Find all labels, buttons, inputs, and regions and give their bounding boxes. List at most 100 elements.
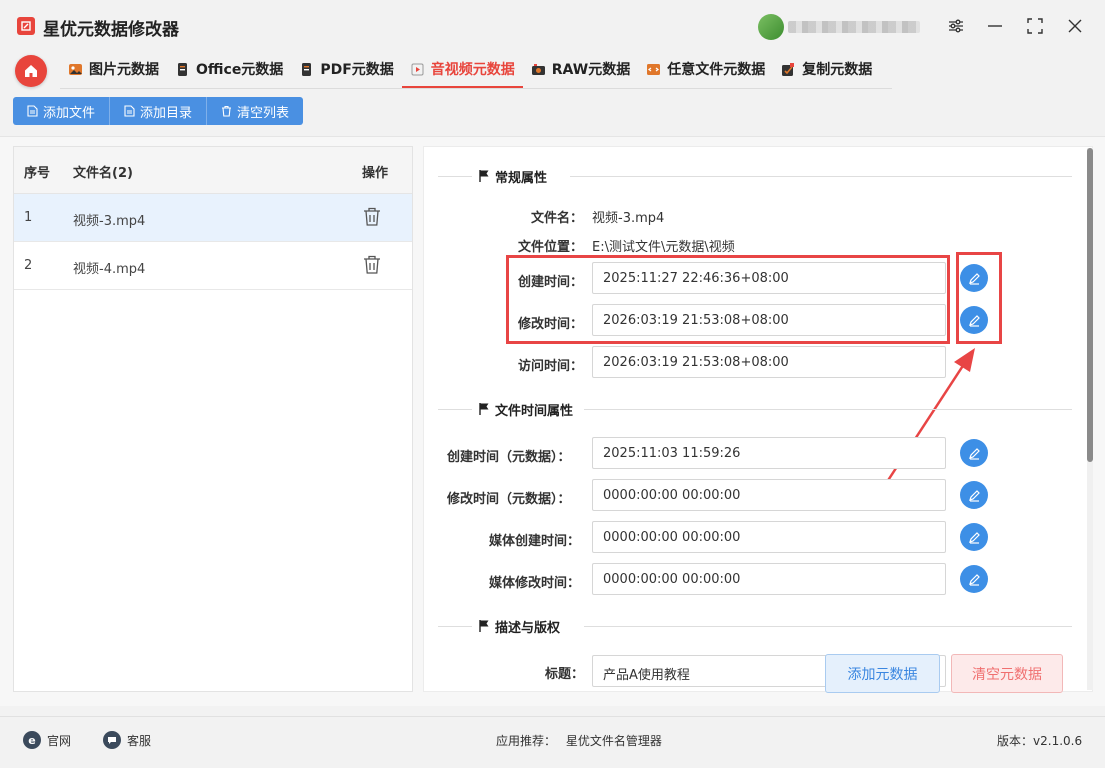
tab-pdf-metadata[interactable]: PDF元数据 [291,50,401,88]
section-title: 描述与版权 [495,621,561,636]
meta-created-label: 创建时间（元数据）： [447,450,571,465]
file-list-panel: 序号 文件名(2) 操作 1 视频-3.mp4 2 视频-4.mp4 [13,146,413,692]
file-icon [647,63,661,75]
pdf-icon [302,62,312,76]
title-label: 标题： [545,667,585,682]
document-icon [27,105,38,117]
tab-office-metadata[interactable]: Office元数据 [167,50,291,88]
flag-icon [479,620,489,632]
add-file-label: 添加文件 [43,105,96,121]
file-row[interactable]: 1 视频-3.mp4 [14,194,412,242]
meta-modified-label: 修改时间（元数据）： [447,492,571,507]
column-header-filename: 文件名(2) [73,166,133,181]
toolbar: 添加文件 添加目录 清空列表 [13,97,304,125]
tab-media-metadata[interactable]: 音视频元数据 [401,50,523,88]
tab-label: 复制元数据 [802,62,873,78]
tab-image-metadata[interactable]: 图片元数据 [60,50,167,88]
version-label: 版本： [997,734,1034,748]
customer-service-label: 客服 [127,733,152,748]
tab-raw-metadata[interactable]: RAW元数据 [523,50,638,88]
section-title: 常规属性 [495,171,548,186]
trash-icon [222,105,232,117]
tab-label: 图片元数据 [89,62,159,78]
tab-bar: 图片元数据 Office元数据 PDF元数据 音视频元数据 RAW元数据 任意文… [60,50,880,88]
file-name-label: 文件名： [531,211,584,226]
edit-media-created-button[interactable] [960,523,988,551]
tab-label: 音视频元数据 [430,62,515,78]
pencil-icon [968,531,980,544]
user-account[interactable] [758,14,923,40]
tab-label: Office元数据 [196,62,284,78]
file-list-header: 序号 文件名(2) 操作 [14,147,412,194]
section-file-time: 文件时间属性 [438,399,1072,419]
image-icon [69,63,82,75]
settings-sliders-icon[interactable] [944,14,968,38]
minimize-icon[interactable] [983,14,1007,38]
flag-icon [479,170,489,182]
tab-copy-metadata[interactable]: 复制元数据 [773,50,880,88]
scrollbar-thumb[interactable] [1087,148,1093,462]
raw-camera-icon [531,63,545,75]
column-header-index: 序号 [24,166,51,181]
file-path-value: E:\测试文件\元数据\视频 [592,240,735,255]
browser-e-icon: e [23,731,41,749]
app-logo-icon [17,17,35,35]
add-directory-button[interactable]: 添加目录 [110,97,208,125]
meta-modified-field[interactable]: 0000:00:00 00:00:00 [592,479,946,511]
tab-label: 任意文件元数据 [667,62,766,78]
highlight-box-edit-buttons [956,252,1002,344]
file-row-index: 1 [24,210,33,225]
edit-meta-modified-button[interactable] [960,481,988,509]
avatar[interactable] [758,14,784,40]
meta-created-field[interactable]: 2025:11:03 11:59:26 [592,437,946,469]
clear-list-button[interactable]: 清空列表 [207,97,304,125]
delete-trash-icon[interactable] [363,255,381,275]
add-metadata-button[interactable]: 添加元数据 [825,654,940,693]
accessed-time-label: 访问时间： [518,359,584,374]
edit-meta-created-button[interactable] [960,439,988,467]
home-button[interactable] [15,55,47,87]
pencil-icon [968,489,980,502]
file-row-name: 视频-4.mp4 [73,262,146,277]
tab-divider [60,88,892,89]
media-modified-label: 媒体修改时间： [489,576,581,591]
website-label: 官网 [47,733,72,748]
media-modified-field[interactable]: 0000:00:00 00:00:00 [592,563,946,595]
add-file-button[interactable]: 添加文件 [13,97,111,125]
pencil-icon [968,447,980,460]
file-row-name: 视频-3.mp4 [73,214,146,229]
add-directory-label: 添加目录 [140,105,193,121]
app-title: 星优元数据修改器 [43,20,179,40]
pencil-icon [968,573,980,586]
app-recommendation[interactable]: 应用推荐： 星优文件名管理器 [496,732,662,749]
footer: e 官网 客服 应用推荐： 星优文件名管理器 版本：v2.1.0.6 [0,716,1105,768]
customer-service-link[interactable]: 客服 [103,731,151,749]
flag-icon [479,403,489,415]
clear-metadata-button[interactable]: 清空元数据 [951,654,1063,693]
section-general: 常规属性 [438,166,1072,186]
user-name-redacted [788,21,920,33]
tab-label: PDF元数据 [320,62,394,78]
recommend-app-link[interactable]: 星优文件名管理器 [566,734,662,748]
version-info: 版本：v2.1.0.6 [997,732,1082,749]
recommend-label: 应用推荐： [496,734,557,748]
office-icon [178,62,187,76]
column-header-operation: 操作 [362,166,389,181]
chat-bubble-icon [103,731,121,749]
website-link[interactable]: e 官网 [23,731,71,749]
title-bar: 星优元数据修改器 [0,0,1105,50]
close-icon[interactable] [1063,14,1087,38]
property-panel [423,146,1093,692]
file-row[interactable]: 2 视频-4.mp4 [14,242,412,290]
scrollbar[interactable] [1087,148,1093,690]
delete-trash-icon[interactable] [363,207,381,227]
version-value: v2.1.0.6 [1033,734,1083,748]
section-title: 文件时间属性 [495,404,574,419]
media-created-label: 媒体创建时间： [489,534,581,549]
tab-any-file-metadata[interactable]: 任意文件元数据 [638,50,773,88]
section-description: 描述与版权 [438,616,1072,636]
maximize-icon[interactable] [1023,14,1047,38]
edit-media-modified-button[interactable] [960,565,988,593]
file-row-index: 2 [24,258,33,273]
media-created-field[interactable]: 0000:00:00 00:00:00 [592,521,946,553]
